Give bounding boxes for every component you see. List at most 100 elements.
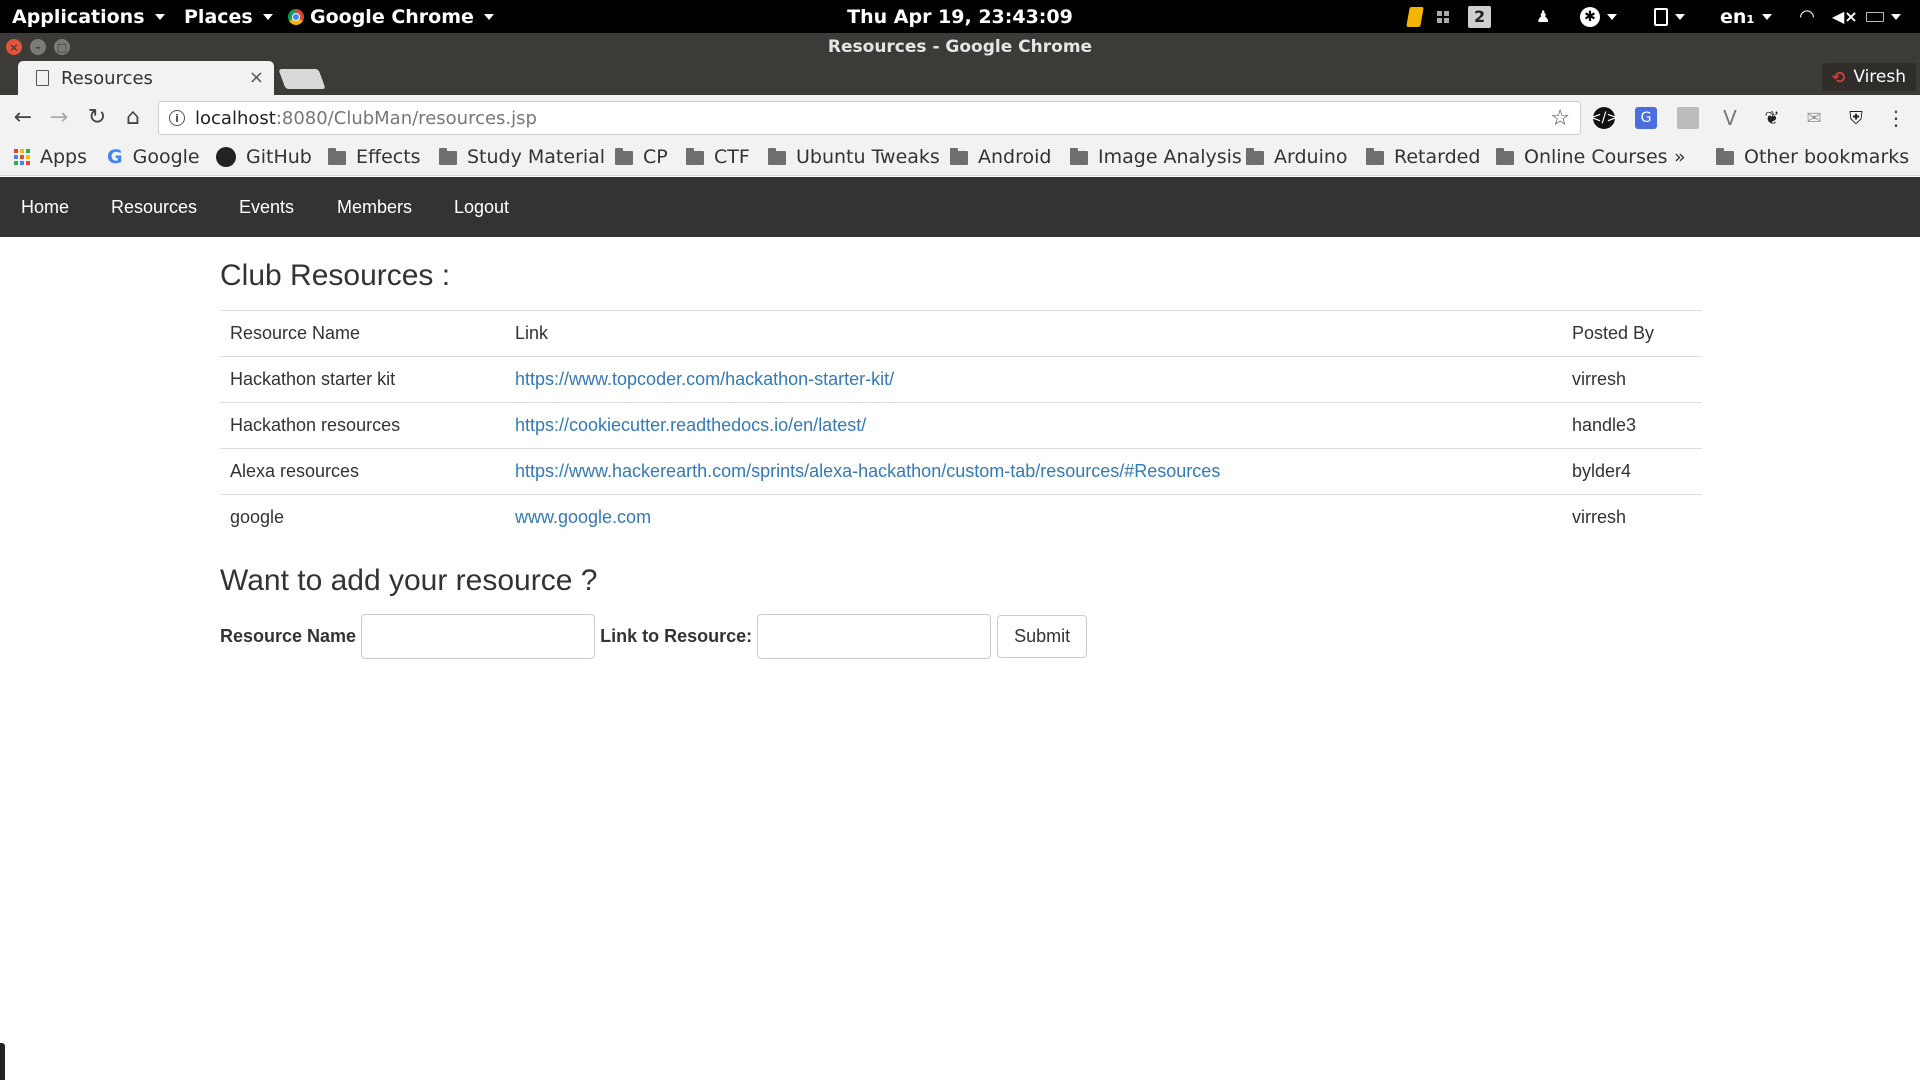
posted-by-cell: virresh	[1562, 494, 1702, 541]
chevron-down-icon	[1675, 13, 1685, 20]
nav-members[interactable]: Members	[337, 177, 412, 237]
tab-resources[interactable]: Resources ×	[18, 61, 274, 95]
keyboard-layout-label: en₁	[1720, 5, 1755, 28]
bookmark-folder-ubuntu-tweaks[interactable]: Ubuntu Tweaks	[768, 140, 940, 174]
gnome-top-panel: Applications Places Google Chrome Thu Ap…	[0, 0, 1920, 33]
applications-menu[interactable]: Applications	[12, 0, 165, 33]
workspace-indicator[interactable]: 2	[1468, 0, 1492, 33]
folder-icon	[1070, 148, 1088, 165]
bookmark-apps[interactable]: Apps	[14, 140, 87, 174]
keyboard-extension-icon[interactable]	[1677, 107, 1699, 129]
forward-arrow-icon[interactable]: →	[44, 102, 74, 132]
chrome-menu-icon[interactable]: ⋮	[1885, 106, 1907, 130]
bookmark-folder-ctf[interactable]: CTF	[686, 140, 750, 174]
new-tab-button[interactable]	[278, 69, 326, 89]
bookmark-github[interactable]: GitHub	[216, 140, 312, 174]
bookmark-folder-retarded[interactable]: Retarded	[1366, 140, 1480, 174]
resources-table: Resource Name Link Posted By Hackathon s…	[220, 310, 1702, 541]
resource-name-label: Resource Name	[220, 625, 357, 646]
bookmark-star-icon[interactable]: ☆	[1550, 106, 1570, 131]
overflow-chevron-icon: »	[1674, 146, 1686, 168]
translate-extension-icon[interactable]: G	[1635, 107, 1657, 129]
gnome-extension-icon[interactable]: ❦	[1761, 107, 1783, 129]
web-page: Home Resources Events Members Logout Clu…	[0, 177, 1920, 1080]
active-app-label: Google Chrome	[310, 5, 474, 28]
bookmark-folder-image-analysis[interactable]: Image Analysis	[1070, 140, 1242, 174]
active-app-menu[interactable]: Google Chrome	[288, 0, 494, 33]
resource-name-cell: google	[220, 494, 505, 541]
places-label: Places	[184, 5, 253, 28]
table-header-row: Resource Name Link Posted By	[220, 310, 1702, 357]
volume-muted-icon[interactable]: ◀×	[1832, 0, 1858, 33]
resource-name-input[interactable]	[361, 613, 596, 659]
bookmark-other-bookmarks[interactable]: Other bookmarks	[1716, 140, 1909, 174]
shield-extension-icon[interactable]: ⛨	[1845, 107, 1867, 129]
code-extension-icon[interactable]: </>	[1590, 107, 1618, 129]
tab-title: Resources	[61, 67, 153, 89]
resource-link-input[interactable]	[757, 613, 992, 659]
nav-resources[interactable]: Resources	[111, 177, 197, 237]
nav-home[interactable]: Home	[21, 177, 69, 237]
battery-menu[interactable]	[1866, 0, 1901, 33]
bookmark-folder-android[interactable]: Android	[950, 140, 1051, 174]
back-arrow-icon[interactable]: ←	[8, 102, 38, 132]
accessibility-menu[interactable]: ✱	[1580, 0, 1617, 33]
window-titlebar: Resources - Google Chrome	[0, 33, 1920, 61]
bookmark-label: Apps	[40, 146, 88, 168]
add-resource-title: Want to add your resource ?	[220, 564, 598, 597]
resource-link[interactable]: https://www.topcoder.com/hackathon-start…	[515, 369, 894, 389]
bookmark-label: Google	[132, 146, 200, 168]
bookmarks-overflow-button[interactable]: »	[1674, 140, 1686, 174]
bookmark-folder-arduino[interactable]: Arduino	[1246, 140, 1348, 174]
reload-icon[interactable]: ↻	[82, 102, 112, 132]
bookmark-label: CTF	[714, 146, 750, 168]
mail-extension-icon[interactable]: ✉	[1803, 107, 1825, 129]
people-icon[interactable]: ♟	[1536, 0, 1550, 33]
info-icon[interactable]: i	[169, 110, 185, 126]
applications-label: Applications	[12, 5, 145, 28]
submit-button[interactable]: Submit	[997, 614, 1088, 658]
close-window-icon[interactable]: ×	[6, 39, 22, 55]
folder-icon	[1246, 148, 1264, 165]
bookmark-folder-cp[interactable]: CP	[615, 140, 668, 174]
bookmark-label: Other bookmarks	[1744, 146, 1910, 168]
folder-icon	[768, 148, 786, 165]
resource-link[interactable]: https://cookiecutter.readthedocs.io/en/l…	[515, 415, 866, 435]
workspace-grid-icon[interactable]	[1437, 0, 1449, 33]
wifi-icon[interactable]: ◠	[1800, 0, 1814, 33]
google-icon: G	[107, 146, 123, 168]
bookmark-google[interactable]: G Google	[107, 140, 200, 174]
address-bar[interactable]: i localhost:8080/ClubMan/resources.jsp ☆	[158, 101, 1581, 135]
close-tab-icon[interactable]: ×	[249, 67, 264, 88]
chevron-down-icon	[483, 13, 494, 20]
home-icon[interactable]: ⌂	[118, 102, 148, 132]
window-title: Resources - Google Chrome	[827, 37, 1093, 57]
battery-icon	[1866, 11, 1884, 22]
clock[interactable]: Thu Apr 19, 23:43:09	[847, 6, 1073, 28]
nav-events[interactable]: Events	[239, 177, 294, 237]
resource-name-cell: Hackathon resources	[220, 402, 505, 449]
desktop-edge-widget	[0, 1043, 5, 1080]
profile-name: Viresh	[1853, 67, 1906, 87]
bookmark-folder-effects[interactable]: Effects	[328, 140, 421, 174]
keyboard-layout-menu[interactable]: en₁	[1720, 0, 1772, 33]
resource-link[interactable]: https://www.hackerearth.com/sprints/alex…	[515, 461, 1220, 481]
bookmark-label: Effects	[356, 146, 421, 168]
maximize-window-icon[interactable]: □	[54, 39, 70, 55]
vimium-extension-icon[interactable]: V	[1719, 106, 1741, 130]
apps-grid-icon	[14, 149, 30, 165]
resource-link[interactable]: www.google.com	[515, 507, 651, 527]
bookmark-label: Online Courses	[1524, 146, 1668, 168]
clipboard-menu[interactable]	[1654, 0, 1685, 33]
bookmarks-bar: Apps G Google GitHub Effects Study Mater…	[0, 140, 1920, 176]
bookmark-label: Arduino	[1274, 146, 1348, 168]
profile-button[interactable]: ⟲ Viresh	[1821, 63, 1916, 91]
column-header: Posted By	[1562, 310, 1702, 357]
nav-logout[interactable]: Logout	[454, 177, 509, 237]
sticky-notes-icon[interactable]	[1406, 0, 1424, 33]
bookmark-folder-online-courses[interactable]: Online Courses	[1496, 140, 1668, 174]
bookmark-folder-study-material[interactable]: Study Material	[439, 140, 605, 174]
minimize-window-icon[interactable]: –	[30, 39, 46, 55]
places-menu[interactable]: Places	[184, 0, 273, 33]
page-title: Club Resources :	[220, 259, 451, 292]
